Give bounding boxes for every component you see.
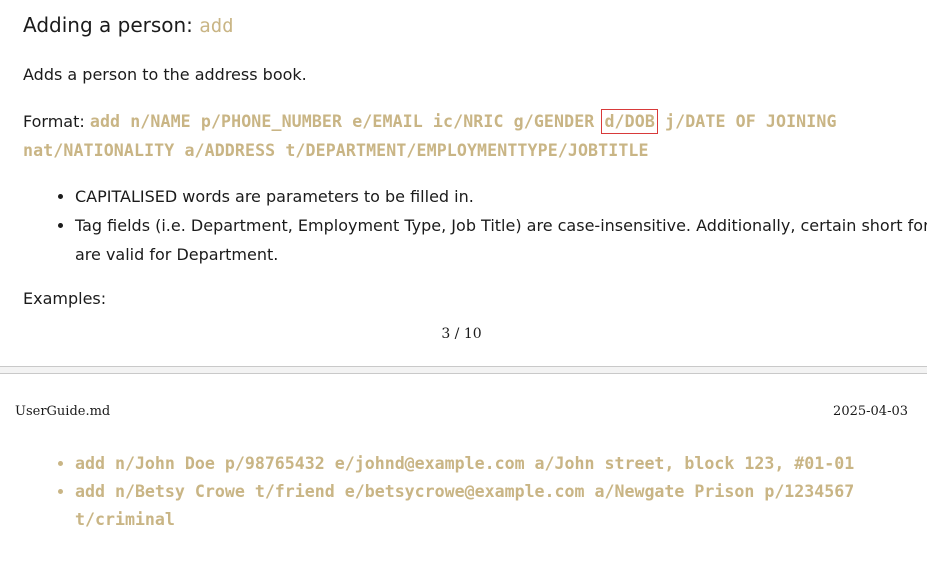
header-filename: UserGuide.md: [15, 404, 111, 419]
header-date: 2025-04-03: [833, 404, 908, 419]
example-item: add n/John Doe p/98765432 e/johnd@exampl…: [75, 450, 927, 478]
examples-list: add n/John Doe p/98765432 e/johnd@exampl…: [23, 450, 927, 534]
example-code: add n/John Doe p/98765432 e/johnd@exampl…: [75, 454, 855, 473]
format-label: Format:: [23, 112, 90, 131]
examples-label: Examples:: [23, 289, 107, 308]
example-item: add n/Betsy Crowe t/friend e/betsycrowe@…: [75, 478, 927, 534]
section-heading: Adding a person: add: [23, 11, 234, 40]
note-item: CAPITALISED words are parameters to be f…: [75, 182, 927, 211]
notes-list: CAPITALISED words are parameters to be f…: [23, 182, 927, 269]
command-description: Adds a person to the address book.: [23, 65, 307, 84]
page-3: Adding a person: add Adds a person to th…: [0, 0, 927, 366]
format-line: Format: add n/NAME p/PHONE_NUMBER e/EMAI…: [23, 107, 913, 165]
note-item: Tag fields (i.e. Department, Employment …: [75, 211, 927, 269]
dob-highlight-box: d/DOB: [601, 109, 658, 134]
format-code-before: add n/NAME p/PHONE_NUMBER e/EMAIL ic/NRI…: [89, 112, 605, 131]
heading-command-code: add: [199, 15, 234, 37]
example-code: add n/Betsy Crowe t/friend e/betsycrowe@…: [75, 482, 855, 529]
page-break-divider: [0, 366, 927, 374]
heading-text: Adding a person:: [23, 13, 200, 37]
page-number: 3 / 10: [441, 326, 482, 342]
